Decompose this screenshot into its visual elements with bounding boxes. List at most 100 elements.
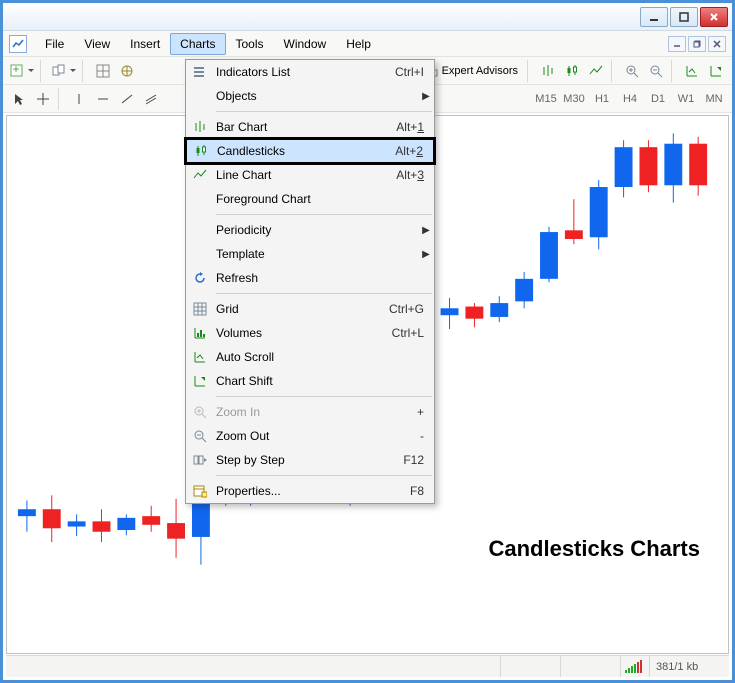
annotation-label: Candlesticks Charts: [488, 536, 700, 562]
menu-item-chart-shift[interactable]: Chart Shift: [186, 369, 434, 393]
status-cell-1: [500, 656, 560, 677]
connection-bars-icon: [620, 656, 649, 677]
titlebar: [3, 3, 732, 31]
step-icon: [186, 453, 214, 467]
channel-button[interactable]: [139, 88, 163, 110]
line-chart-button[interactable]: [584, 60, 608, 82]
menu-file[interactable]: File: [35, 33, 74, 55]
tf-h1[interactable]: H1: [588, 88, 616, 110]
line-icon: [186, 168, 214, 182]
status-transfer: 381/1 kb: [649, 656, 729, 677]
shortcut: Alt+1: [396, 120, 434, 134]
shortcut: Ctrl+L: [392, 326, 434, 340]
menu-item-label: Volumes: [214, 326, 392, 340]
menu-item-template[interactable]: Template▶: [186, 242, 434, 266]
zoomout-icon: [186, 429, 214, 443]
market-watch-button[interactable]: [91, 60, 115, 82]
minimize-button[interactable]: [640, 7, 668, 27]
menu-item-foreground-chart[interactable]: Foreground Chart: [186, 187, 434, 211]
menu-item-zoom-in: Zoom In+: [186, 400, 434, 424]
tf-m15[interactable]: M15: [532, 88, 560, 110]
menu-item-label: Zoom In: [214, 405, 417, 419]
bar-chart-button[interactable]: [536, 60, 560, 82]
data-window-button[interactable]: [115, 60, 139, 82]
menu-item-auto-scroll[interactable]: Auto Scroll: [186, 345, 434, 369]
menu-help[interactable]: Help: [336, 33, 381, 55]
menu-item-step-by-step[interactable]: Step by StepF12: [186, 448, 434, 472]
menu-item-label: Properties...: [214, 484, 410, 498]
expert-advisors-label: Expert Advisors: [442, 65, 518, 77]
menu-item-label: Chart Shift: [214, 374, 434, 388]
autoscroll-button[interactable]: [680, 60, 704, 82]
mdi-minimize-button[interactable]: [668, 36, 686, 52]
volume-icon: [186, 326, 214, 340]
shortcut: Alt+2: [395, 144, 433, 158]
menu-item-label: Periodicity: [214, 223, 418, 237]
maximize-button[interactable]: [670, 7, 698, 27]
grid-icon: [186, 302, 214, 316]
menu-item-label: Line Chart: [214, 168, 396, 182]
tf-h4[interactable]: H4: [616, 88, 644, 110]
crosshair-button[interactable]: [31, 88, 55, 110]
menu-item-label: Step by Step: [214, 453, 403, 467]
cursor-button[interactable]: [7, 88, 31, 110]
profiles-button[interactable]: [49, 60, 79, 82]
menu-item-line-chart[interactable]: Line ChartAlt+3: [186, 163, 434, 187]
refresh-icon: [186, 271, 214, 285]
menu-item-indicators-list[interactable]: Indicators ListCtrl+I: [186, 60, 434, 84]
menu-item-objects[interactable]: Objects▶: [186, 84, 434, 108]
menu-tools[interactable]: Tools: [226, 33, 274, 55]
vertical-line-button[interactable]: [67, 88, 91, 110]
props-icon: [186, 484, 214, 498]
menu-item-label: Template: [214, 247, 418, 261]
candle-icon: [187, 144, 215, 158]
menubar: File View Insert Charts Tools Window Hel…: [3, 31, 732, 57]
horizontal-line-button[interactable]: [91, 88, 115, 110]
mdi-close-button[interactable]: [708, 36, 726, 52]
app-icon: [9, 35, 27, 53]
menu-item-label: Refresh: [214, 271, 434, 285]
timeframe-bar: M15 M30 H1 H4 D1 W1 MN: [532, 88, 728, 110]
shortcut: -: [420, 429, 434, 443]
menu-item-candlesticks[interactable]: CandlesticksAlt+2: [186, 139, 434, 163]
menu-item-label: Objects: [214, 89, 418, 103]
zoom-in-button[interactable]: [620, 60, 644, 82]
mdi-restore-button[interactable]: [688, 36, 706, 52]
menu-item-volumes[interactable]: VolumesCtrl+L: [186, 321, 434, 345]
tf-mn[interactable]: MN: [700, 88, 728, 110]
menu-charts[interactable]: Charts: [170, 33, 225, 55]
menu-insert[interactable]: Insert: [120, 33, 170, 55]
menu-item-label: Candlesticks: [215, 144, 395, 158]
chartshift-button[interactable]: [704, 60, 728, 82]
zoomin-icon: [186, 405, 214, 419]
menu-window[interactable]: Window: [274, 33, 337, 55]
menu-item-label: Foreground Chart: [214, 192, 434, 206]
tf-w1[interactable]: W1: [672, 88, 700, 110]
menu-item-zoom-out[interactable]: Zoom Out-: [186, 424, 434, 448]
statusbar: 381/1 kb: [6, 655, 729, 677]
shortcut: Ctrl+I: [395, 65, 434, 79]
menu-item-label: Bar Chart: [214, 120, 396, 134]
menu-item-label: Indicators List: [214, 65, 395, 79]
tf-d1[interactable]: D1: [644, 88, 672, 110]
menu-item-label: Grid: [214, 302, 389, 316]
new-chart-button[interactable]: +: [7, 60, 37, 82]
menu-item-periodicity[interactable]: Periodicity▶: [186, 218, 434, 242]
shift-icon: [186, 374, 214, 388]
submenu-arrow-icon: ▶: [418, 225, 434, 236]
menu-item-refresh[interactable]: Refresh: [186, 266, 434, 290]
svg-text:+: +: [12, 64, 19, 76]
menu-item-bar-chart[interactable]: Bar ChartAlt+1: [186, 115, 434, 139]
bar-icon: [186, 120, 214, 134]
menu-item-grid[interactable]: GridCtrl+G: [186, 297, 434, 321]
zoom-out-button[interactable]: [644, 60, 668, 82]
charts-menu-dropdown: Indicators ListCtrl+IObjects▶Bar ChartAl…: [185, 59, 435, 504]
autoscroll-icon: [186, 350, 214, 364]
menu-view[interactable]: View: [74, 33, 120, 55]
close-button[interactable]: [700, 7, 728, 27]
mdi-controls: [668, 36, 726, 52]
tf-m30[interactable]: M30: [560, 88, 588, 110]
trendline-button[interactable]: [115, 88, 139, 110]
menu-item-properties[interactable]: Properties...F8: [186, 479, 434, 503]
candlestick-button[interactable]: [560, 60, 584, 82]
